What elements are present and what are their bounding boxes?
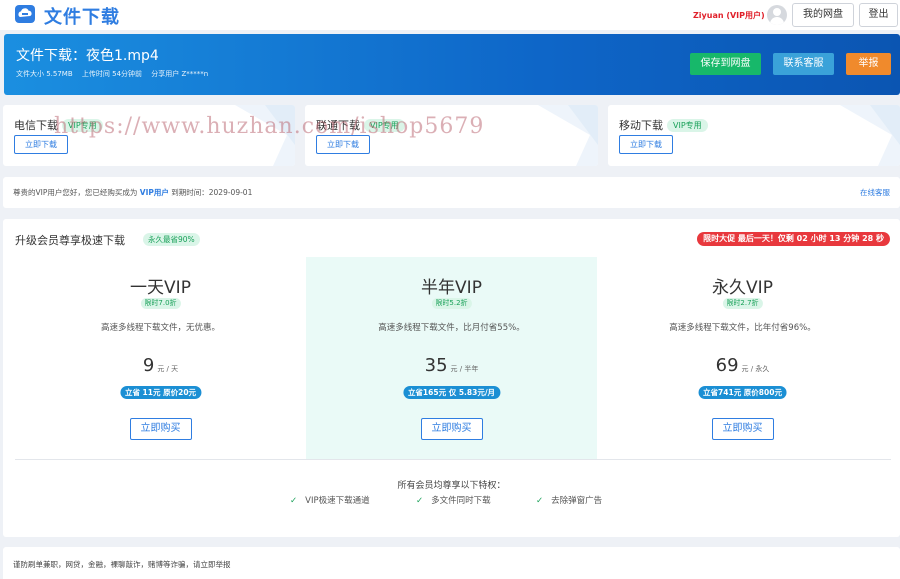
divider bbox=[15, 459, 891, 460]
download-card-unicom: 联通下载 VIP专用 立即下载 bbox=[305, 105, 598, 166]
download-title-text: 联通下载 bbox=[316, 119, 360, 132]
file-meta: 文件大小 5.57MB 上传时间 54分钟前 分享用户 Z*****n bbox=[16, 69, 215, 79]
buy-now-button[interactable]: 立即购买 bbox=[129, 418, 192, 440]
site-title: 文件下载 bbox=[44, 7, 120, 28]
check-icon: ✓ bbox=[290, 496, 298, 506]
plan-price-value: 69 bbox=[715, 355, 739, 376]
vip-panel-title: 升级会员尊享极速下载 bbox=[15, 234, 125, 247]
benefit-label: 多文件同时下载 bbox=[431, 496, 491, 506]
vip-upgrade-panel: 升级会员尊享极速下载 永久最省90% 限时大促 最后一天！仅剩 02 小时 13… bbox=[3, 219, 900, 537]
promo-countdown-badge: 限时大促 最后一天！仅剩 02 小时 13 分钟 28 秒 bbox=[697, 232, 890, 246]
download-card-telecom: 电信下载 VIP专用 立即下载 bbox=[3, 105, 295, 166]
file-size: 文件大小 5.57MB bbox=[16, 70, 73, 78]
plan-discount-badge: 限时7.0折 bbox=[140, 298, 181, 309]
save-badge: 永久最省90% bbox=[143, 233, 200, 246]
vip-only-tag: VIP专用 bbox=[364, 119, 405, 132]
file-banner: 文件下载：夜色1.mp4 文件大小 5.57MB 上传时间 54分钟前 分享用户… bbox=[4, 34, 900, 95]
user-name[interactable]: Ziyuan (VIP用户) bbox=[693, 10, 765, 21]
check-icon: ✓ bbox=[416, 496, 424, 506]
plan-price-value: 9 bbox=[142, 355, 155, 376]
sharer: 分享用户 Z*****n bbox=[151, 70, 209, 78]
notice-suffix: 到期时间：2029-09-01 bbox=[171, 188, 253, 197]
upload-time: 上传时间 54分钟前 bbox=[81, 70, 143, 78]
vip-only-tag: VIP专用 bbox=[667, 119, 708, 132]
download-now-button[interactable]: 立即下载 bbox=[316, 135, 370, 154]
benefit-label: VIP极速下载通道 bbox=[305, 496, 370, 506]
benefit-item: ✓ VIP极速下载通道 bbox=[290, 494, 370, 506]
my-disk-button[interactable]: 我的网盘 bbox=[792, 3, 854, 27]
benefit-item: ✓ 去除弹窗广告 bbox=[536, 494, 602, 506]
plan-name: 一天VIP bbox=[130, 278, 191, 298]
plan-description: 高速多线程下载文件，无优惠。 bbox=[100, 323, 220, 333]
download-title-text: 电信下载 bbox=[14, 119, 58, 132]
benefit-item: ✓ 多文件同时下载 bbox=[416, 494, 491, 506]
plan-price-unit: 元 / 半年 bbox=[450, 365, 479, 373]
plan-card-halfyear: 半年VIP 限时5.2折 高速多线程下载文件，比月付省55%。 35 元 / 半年… bbox=[306, 257, 597, 459]
plan-discount-badge: 限时5.2折 bbox=[431, 298, 472, 309]
plan-price-unit: 元 / 天 bbox=[157, 365, 179, 373]
plan-saving-pill: 立省 11元 原价20元 bbox=[119, 386, 202, 399]
fraud-warning-text: 谨防刷单兼职，网贷，金融，裸聊敲诈，赌博等诈骗，请立即举报 bbox=[13, 560, 231, 569]
buy-now-button[interactable]: 立即购买 bbox=[711, 418, 774, 440]
plan-saving-pill: 立省165元 仅 5.83元/月 bbox=[402, 386, 501, 399]
plan-description: 高速多线程下载文件，比月付省55%。 bbox=[378, 323, 525, 333]
download-title: 联通下载 VIP专用 bbox=[316, 117, 405, 133]
plan-price: 9元 / 天 bbox=[15, 355, 306, 376]
plan-card-lifetime: 永久VIP 限时2.7折 高速多线程下载文件，比年付省96%。 69 元 / 永久… bbox=[597, 257, 888, 459]
plan-description: 高速多线程下载文件，比年付省96%。 bbox=[669, 323, 816, 333]
avatar-body-shape bbox=[770, 17, 784, 25]
plan-price-unit: 元 / 永久 bbox=[741, 365, 770, 373]
download-title: 移动下载 VIP专用 bbox=[619, 117, 708, 133]
report-button[interactable]: 举报 bbox=[846, 53, 891, 75]
top-header: 文件下载 Ziyuan (VIP用户) 我的网盘 登出 bbox=[0, 0, 900, 30]
buy-now-button[interactable]: 立即购买 bbox=[420, 418, 483, 440]
download-title-text: 移动下载 bbox=[619, 119, 663, 132]
fraud-warning-footer: 谨防刷单兼职，网贷，金融，裸聊敲诈，赌博等诈骗，请立即举报 bbox=[3, 547, 900, 579]
vip-only-tag: VIP专用 bbox=[62, 119, 103, 132]
download-now-button[interactable]: 立即下载 bbox=[14, 135, 68, 154]
notice-prefix: 尊贵的VIP用户您好，您已经购买成为 bbox=[13, 188, 138, 197]
vip-notice: 尊贵的VIP用户您好，您已经购买成为 VIP用户 到期时间：2029-09-01… bbox=[3, 177, 900, 208]
save-to-disk-button[interactable]: 保存到网盘 bbox=[690, 53, 761, 75]
plan-price-value: 35 bbox=[424, 355, 448, 376]
plan-price: 69 元 / 永久 bbox=[597, 355, 888, 376]
file-title: 文件下载：夜色1.mp4 bbox=[16, 48, 159, 64]
plan-discount-badge: 限时2.7折 bbox=[722, 298, 763, 309]
benefits-title: 所有会员均尊享以下特权： bbox=[397, 481, 506, 491]
plan-price: 35 元 / 半年 bbox=[306, 355, 597, 376]
card-decoration-shape bbox=[235, 105, 295, 166]
plan-name: 半年VIP bbox=[421, 278, 482, 298]
notice-vip: VIP用户 bbox=[139, 188, 169, 197]
check-icon: ✓ bbox=[536, 496, 544, 506]
plan-saving-pill: 立省741元 原价800元 bbox=[698, 386, 787, 399]
card-decoration-shape bbox=[538, 105, 598, 166]
notice-text: 尊贵的VIP用户您好，您已经购买成为 VIP用户 到期时间：2029-09-01 bbox=[13, 187, 252, 198]
card-decoration-shape bbox=[840, 105, 900, 166]
contact-service-button[interactable]: 联系客服 bbox=[773, 53, 834, 75]
logout-button[interactable]: 登出 bbox=[859, 3, 898, 27]
avatar[interactable] bbox=[767, 5, 787, 25]
download-card-mobile: 移动下载 VIP专用 立即下载 bbox=[608, 105, 900, 166]
online-service-link[interactable]: 在线客服 bbox=[860, 187, 890, 198]
plan-name: 永久VIP bbox=[712, 278, 773, 298]
plan-card-day: 一天VIP 限时7.0折 高速多线程下载文件，无优惠。 9元 / 天 立省 11… bbox=[15, 257, 306, 459]
benefit-label: 去除弹窗广告 bbox=[551, 496, 603, 506]
cloud-logo-icon bbox=[15, 5, 35, 23]
avatar-head-shape bbox=[773, 8, 781, 16]
download-title: 电信下载 VIP专用 bbox=[14, 117, 103, 133]
download-now-button[interactable]: 立即下载 bbox=[619, 135, 673, 154]
